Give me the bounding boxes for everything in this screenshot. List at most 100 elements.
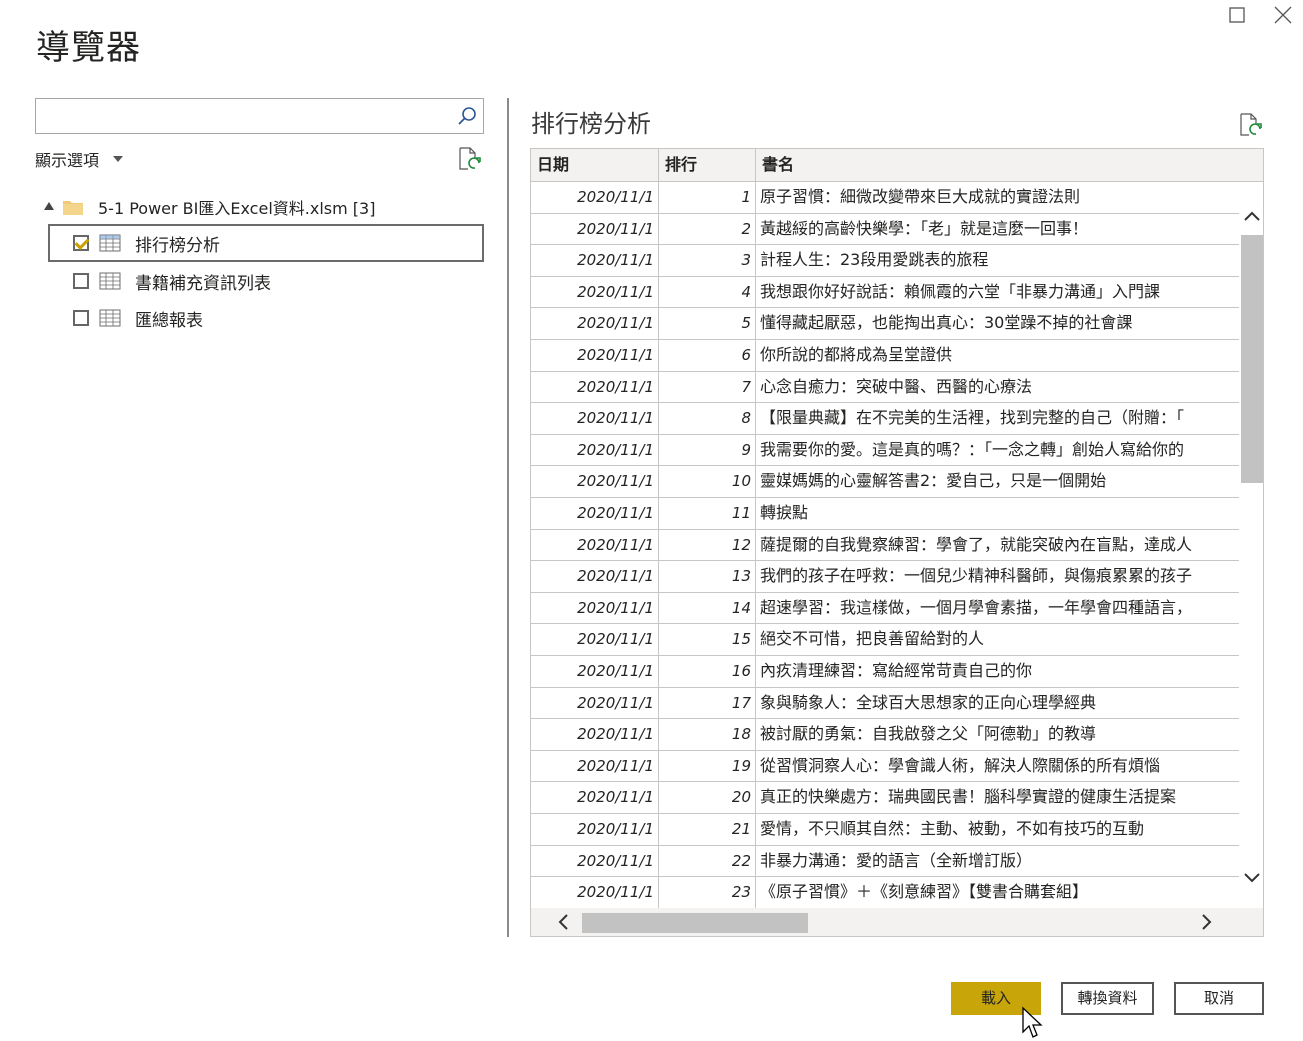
cell-title[interactable]: 懂得藏起厭惡，也能掏出真心：30堂躁不掉的社會課 [756,308,1239,339]
cell-title[interactable]: 我需要你的愛。這是真的嗎？：「一念之轉」創始人寫給你的 [756,435,1239,466]
cell-rank[interactable]: 23 [659,877,756,908]
cell-title[interactable]: 非暴力溝通：愛的語言（全新增訂版） [756,846,1239,877]
cell-rank[interactable]: 6 [659,340,756,371]
cell-date[interactable]: 2020/11/1 [531,656,659,687]
cell-rank[interactable]: 21 [659,814,756,845]
cell-date[interactable]: 2020/11/1 [531,592,659,624]
cell-rank[interactable]: 20 [659,782,756,813]
cell-rank[interactable]: 12 [659,529,756,561]
cell-rank[interactable]: 3 [659,245,756,276]
table-row[interactable]: 2020/11/1 19 從習慣洞察人心：學會識人術，解決人際關係的所有煩惱 [531,750,1239,783]
table-row[interactable]: 2020/11/1 6 你所說的都將成為呈堂證供 [531,340,1239,372]
cell-title[interactable]: 我想跟你好好說話：賴佩霞的六堂「非暴力溝通」入門課 [756,277,1239,308]
checkbox-unchecked[interactable] [73,273,89,289]
tree-item-summary-report[interactable]: 匯總報表 [48,299,484,337]
column-header-rank[interactable]: 排行 [659,149,756,181]
cell-rank[interactable]: 10 [659,466,756,497]
table-row[interactable]: 2020/11/1 22 非暴力溝通：愛的語言（全新增訂版） [531,845,1239,878]
cell-date[interactable]: 2020/11/1 [531,719,659,750]
tree-item-book-info[interactable]: 書籍補充資訊列表 [48,262,484,300]
load-button[interactable]: 載入 [951,982,1041,1015]
cell-date[interactable]: 2020/11/1 [531,403,659,434]
table-row[interactable]: 2020/11/1 2 黃越綏的高齡快樂學：「老」就是這麼一回事！ [531,213,1239,246]
cell-title[interactable]: 愛情，不只順其自然：主動、被動，不如有技巧的互動 [756,814,1239,845]
table-row[interactable]: 2020/11/1 13 我們的孩子在呼救：一個兒少精神科醫師，與傷痕累累的孩子 [531,561,1239,593]
table-row[interactable]: 2020/11/1 8 【限量典藏】在不完美的生活裡，找到完整的自己（附贈：「 [531,403,1239,435]
checkbox-checked[interactable] [73,235,89,251]
cell-rank[interactable]: 5 [659,308,756,339]
table-row[interactable]: 2020/11/1 3 計程人生：23段用愛跳表的旅程 [531,245,1239,277]
cell-title[interactable]: 真正的快樂處方：瑞典國民書！腦科學實證的健康生活提案 [756,782,1239,813]
cell-date[interactable]: 2020/11/1 [531,529,659,561]
cell-date[interactable]: 2020/11/1 [531,276,659,308]
cell-title[interactable]: 內疚清理練習：寫給經常苛責自己的你 [756,656,1239,687]
table-row[interactable]: 2020/11/1 12 薩提爾的自我覺察練習：學會了，就能突破內在盲點，達成人 [531,529,1239,562]
table-row[interactable]: 2020/11/1 16 內疚清理練習：寫給經常苛責自己的你 [531,656,1239,688]
horizontal-scrollbar[interactable] [531,908,1239,936]
cell-rank[interactable]: 9 [659,434,756,466]
cell-title[interactable]: 你所說的都將成為呈堂證供 [756,340,1239,371]
cell-date[interactable]: 2020/11/1 [531,245,659,276]
cell-date[interactable]: 2020/11/1 [531,624,659,655]
pane-divider[interactable] [507,98,509,937]
vertical-scroll-thumb[interactable] [1241,235,1263,483]
cell-date[interactable]: 2020/11/1 [531,371,659,403]
cancel-button[interactable]: 取消 [1174,982,1264,1015]
table-row[interactable]: 2020/11/1 23 《原子習慣》＋《刻意練習》【雙書合購套組】 [531,877,1239,908]
cell-title[interactable]: 《原子習慣》＋《刻意練習》【雙書合購套組】 [756,877,1239,908]
cell-title[interactable]: 心念自癒力：突破中醫、西醫的心療法 [756,372,1239,403]
vertical-scrollbar[interactable] [1239,182,1263,908]
transform-data-button[interactable]: 轉換資料 [1061,982,1154,1015]
search-icon[interactable] [457,106,477,126]
horizontal-scroll-thumb[interactable] [582,913,808,933]
table-row[interactable]: 2020/11/1 15 絕交不可惜，把良善留給對的人 [531,624,1239,656]
search-box[interactable] [35,98,484,134]
cell-rank[interactable]: 2 [659,213,756,245]
cell-rank[interactable]: 17 [659,687,756,719]
cell-rank[interactable]: 22 [659,845,756,877]
cell-title[interactable]: 象與騎象人：全球百大思想家的正向心理學經典 [756,688,1239,719]
column-header-title[interactable]: 書名 [756,149,1263,181]
tree-root-workbook[interactable]: 5-1 Power BI匯入Excel資料.xlsm [3] [44,194,375,220]
refresh-icon[interactable] [457,146,483,172]
cell-rank[interactable]: 11 [659,498,756,529]
cell-rank[interactable]: 13 [659,561,756,592]
cell-rank[interactable]: 19 [659,750,756,782]
search-input[interactable] [36,99,446,133]
table-row[interactable]: 2020/11/1 4 我想跟你好好說話：賴佩霞的六堂「非暴力溝通」入門課 [531,276,1239,309]
table-row[interactable]: 2020/11/1 5 懂得藏起厭惡，也能掏出真心：30堂躁不掉的社會課 [531,308,1239,340]
cell-rank[interactable]: 14 [659,592,756,624]
table-row[interactable]: 2020/11/1 10 靈媒媽媽的心靈解答書2：愛自己，只是一個開始 [531,466,1239,498]
close-icon[interactable] [1272,4,1294,26]
scroll-up-icon[interactable] [1243,208,1261,226]
scroll-left-icon[interactable] [555,913,573,931]
cell-date[interactable]: 2020/11/1 [531,498,659,529]
preview-table[interactable]: 日期 排行 書名 2020/11/1 1 原子習慣：細微改變帶來巨大成就的實證法則 2… [530,148,1264,937]
cell-rank[interactable]: 18 [659,719,756,750]
maximize-icon[interactable] [1226,4,1248,26]
tree-item-ranking-analysis[interactable]: 排行榜分析 [48,224,484,262]
table-row[interactable]: 2020/11/1 9 我需要你的愛。這是真的嗎？：「一念之轉」創始人寫給你的 [531,434,1239,467]
cell-date[interactable]: 2020/11/1 [531,782,659,813]
cell-title[interactable]: 絕交不可惜，把良善留給對的人 [756,624,1239,655]
table-row[interactable]: 2020/11/1 11 轉捩點 [531,498,1239,530]
column-header-date[interactable]: 日期 [531,149,659,181]
cell-rank[interactable]: 1 [659,182,756,213]
table-row[interactable]: 2020/11/1 14 超速學習：我這樣做，一個月學會素描，一年學會四種語言， [531,592,1239,625]
cell-date[interactable]: 2020/11/1 [531,213,659,245]
cell-date[interactable]: 2020/11/1 [531,687,659,719]
checkbox-unchecked[interactable] [73,310,89,326]
scroll-right-icon[interactable] [1197,913,1215,931]
cell-title[interactable]: 計程人生：23段用愛跳表的旅程 [756,245,1239,276]
cell-title[interactable]: 【限量典藏】在不完美的生活裡，找到完整的自己（附贈：「 [756,403,1239,434]
cell-date[interactable]: 2020/11/1 [531,750,659,782]
cell-rank[interactable]: 8 [659,403,756,434]
cell-rank[interactable]: 7 [659,371,756,403]
cell-title[interactable]: 從習慣洞察人心：學會識人術，解決人際關係的所有煩惱 [756,751,1239,782]
table-row[interactable]: 2020/11/1 20 真正的快樂處方：瑞典國民書！腦科學實證的健康生活提案 [531,782,1239,814]
cell-date[interactable]: 2020/11/1 [531,466,659,497]
cell-title[interactable]: 原子習慣：細微改變帶來巨大成就的實證法則 [756,182,1239,213]
cell-date[interactable]: 2020/11/1 [531,340,659,371]
cell-date[interactable]: 2020/11/1 [531,845,659,877]
cell-title[interactable]: 被討厭的勇氣：自我啟發之父「阿德勒」的教導 [756,719,1239,750]
